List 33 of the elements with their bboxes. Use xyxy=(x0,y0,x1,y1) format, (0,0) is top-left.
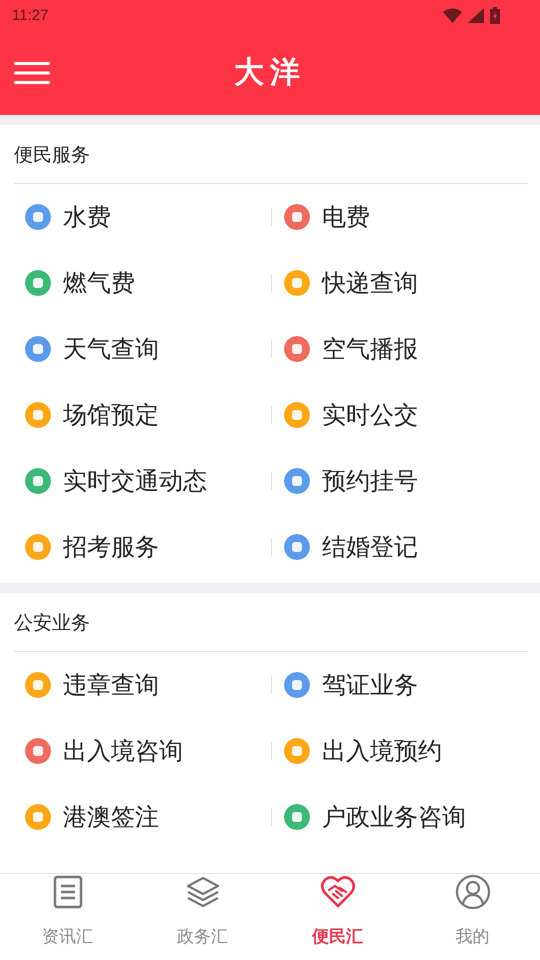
section-title: 公安业务 xyxy=(14,611,90,636)
tab-label[interactable]: 我的 xyxy=(456,912,490,960)
battery-icon xyxy=(490,6,500,24)
service-label[interactable]: 快递查询 xyxy=(322,267,418,299)
app-title: 大洋 xyxy=(234,54,306,92)
service-label[interactable]: 燃气费 xyxy=(63,267,135,299)
service-label[interactable]: 驾证业务 xyxy=(322,669,418,701)
service-label[interactable]: 水费 xyxy=(63,201,111,233)
heart-handshake-icon[interactable] xyxy=(320,874,356,910)
signal-icon xyxy=(468,8,484,22)
service-label[interactable]: 出入境预约 xyxy=(322,735,442,767)
tab-label[interactable]: 便民汇 xyxy=(312,912,363,960)
service-label[interactable]: 违章查询 xyxy=(63,669,159,701)
service-label[interactable]: 天气查询 xyxy=(63,333,159,365)
service-label[interactable]: 招考服务 xyxy=(63,531,159,563)
service-label[interactable]: 空气播报 xyxy=(322,333,418,365)
section-title: 便民服务 xyxy=(14,143,90,168)
tab-label[interactable]: 资讯汇 xyxy=(42,912,93,960)
service-label[interactable]: 港澳签注 xyxy=(63,801,159,833)
profile-icon[interactable] xyxy=(454,874,490,910)
tab-label[interactable]: 政务汇 xyxy=(177,912,228,960)
layers-icon[interactable] xyxy=(184,874,220,910)
service-label[interactable]: 结婚登记 xyxy=(322,531,418,563)
service-label[interactable]: 实时公交 xyxy=(322,399,418,431)
menu-icon[interactable] xyxy=(14,62,50,84)
service-label[interactable]: 电费 xyxy=(322,201,370,233)
service-label[interactable]: 实时交通动态 xyxy=(63,465,207,497)
service-label[interactable]: 场馆预定 xyxy=(63,399,159,431)
status-time: 11:27 xyxy=(12,6,48,24)
service-label[interactable]: 出入境咨询 xyxy=(63,735,183,767)
service-label[interactable]: 预约挂号 xyxy=(322,465,418,497)
service-label[interactable]: 户政业务咨询 xyxy=(322,801,466,833)
wifi-icon xyxy=(443,8,462,22)
